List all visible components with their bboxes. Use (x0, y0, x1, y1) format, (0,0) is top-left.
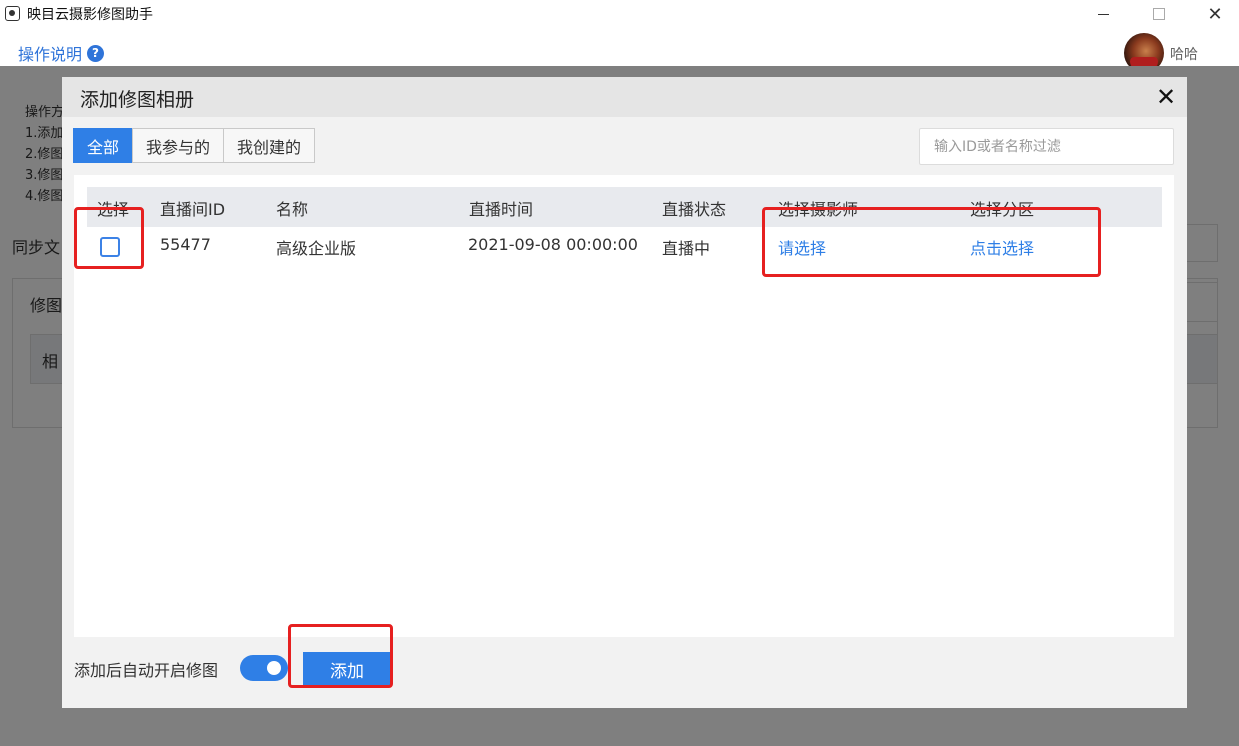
cell-time: 2021-09-08 00:00:00 (468, 235, 638, 254)
highlight-box (288, 624, 393, 688)
username[interactable]: 哈哈 (1170, 44, 1198, 64)
close-icon[interactable]: ✕ (1156, 83, 1176, 111)
help-link[interactable]: 操作说明 ? (18, 41, 105, 65)
add-album-dialog: 添加修图相册 ✕ 全部 我参与的 我创建的 选择 直播间ID 名称 直播时间 直… (62, 77, 1187, 708)
tab-all[interactable]: 全部 (73, 128, 134, 163)
minimize-button[interactable] (1080, 0, 1126, 28)
column-header-status: 直播状态 (662, 200, 727, 219)
dialog-title: 添加修图相册 (80, 89, 195, 111)
filter-tabs: 全部 我参与的 我创建的 (73, 128, 316, 163)
app-logo-icon (5, 6, 20, 21)
dialog-header: 添加修图相册 ✕ (62, 77, 1187, 117)
help-label: 操作说明 (18, 45, 83, 64)
tab-participated[interactable]: 我参与的 (132, 128, 225, 163)
maximize-button[interactable] (1136, 0, 1182, 28)
column-header-name: 名称 (276, 200, 309, 219)
title-bar: 映目云摄影修图助手 ✕ (0, 0, 1239, 28)
auto-start-label: 添加后自动开启修图 (74, 661, 219, 680)
window-close-button[interactable]: ✕ (1192, 0, 1238, 28)
tab-created[interactable]: 我创建的 (223, 128, 316, 163)
highlight-box (762, 207, 1101, 277)
cell-name: 高级企业版 (276, 239, 357, 258)
auto-start-toggle[interactable] (240, 655, 288, 681)
column-header-time: 直播时间 (469, 200, 534, 219)
cell-status: 直播中 (662, 239, 711, 258)
cell-room-id: 55477 (160, 235, 211, 254)
filter-input[interactable] (919, 128, 1174, 165)
highlight-box (74, 207, 144, 269)
app-title: 映目云摄影修图助手 (27, 7, 153, 23)
question-icon: ? (87, 44, 105, 62)
column-header-room-id: 直播间ID (160, 200, 226, 219)
